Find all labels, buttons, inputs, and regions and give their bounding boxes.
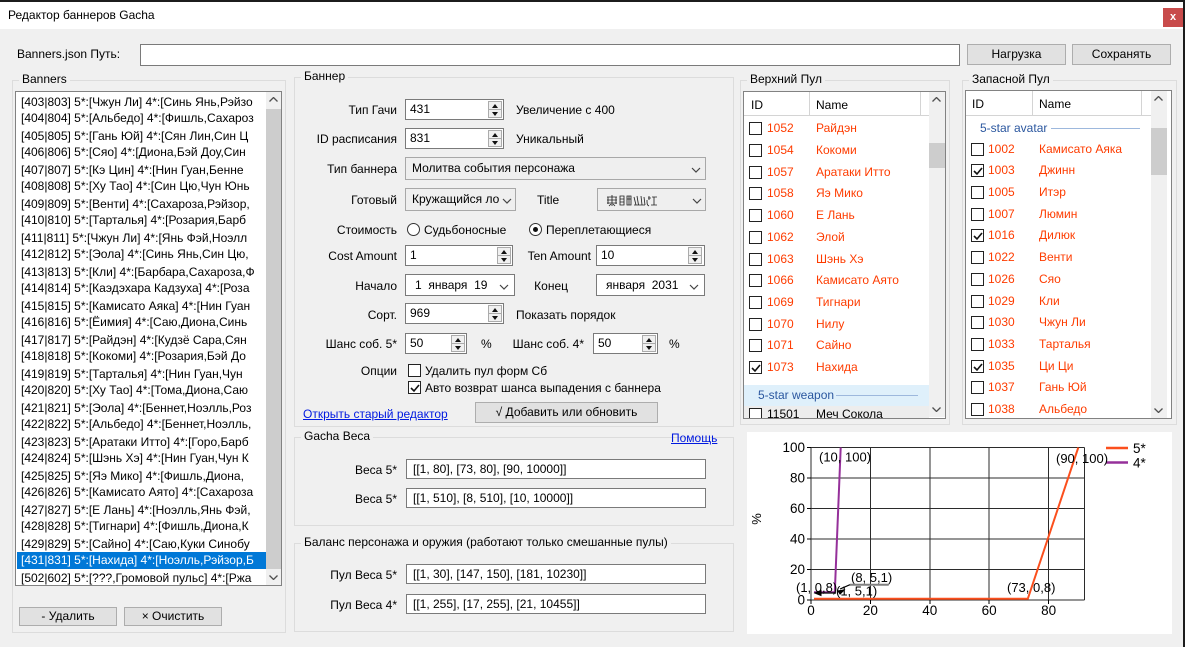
svg-text:0: 0 [807, 603, 815, 618]
svg-text:20: 20 [790, 562, 805, 577]
svg-text:100: 100 [782, 440, 805, 455]
svg-text:20: 20 [863, 603, 878, 618]
svg-text:80: 80 [790, 471, 805, 486]
svg-text:60: 60 [790, 501, 805, 516]
svg-text:%: % [749, 513, 764, 525]
svg-text:(10, 100): (10, 100) [819, 450, 871, 465]
svg-text:4*: 4* [1133, 456, 1147, 471]
svg-text:(73, 0,8): (73, 0,8) [1007, 580, 1055, 595]
svg-text:40: 40 [790, 532, 805, 547]
svg-text:(90, 100): (90, 100) [1056, 451, 1108, 466]
svg-text:40: 40 [922, 603, 937, 618]
svg-text:60: 60 [982, 603, 997, 618]
svg-text:80: 80 [1041, 603, 1056, 618]
svg-text:5*: 5* [1133, 441, 1147, 456]
